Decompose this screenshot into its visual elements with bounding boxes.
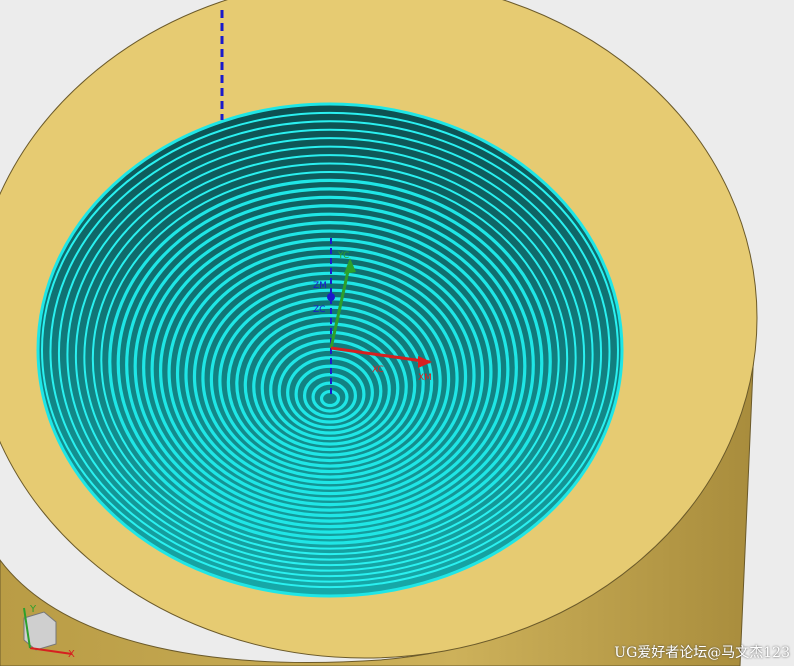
graphics-viewport[interactable]: ZM ZC YC XC XM X Y <box>0 0 794 666</box>
zc-label: ZC <box>313 305 325 315</box>
yc-label: YC <box>337 251 349 261</box>
csys-origin <box>327 293 335 301</box>
zm-label: ZM <box>313 281 327 291</box>
xm-label: XM <box>418 373 432 383</box>
watermark-text: UG爱好者论坛@马文杰123 <box>614 645 790 661</box>
xc-label: XC <box>372 365 384 375</box>
triad-y-label: Y <box>29 604 37 615</box>
triad-x-label: X <box>68 649 75 660</box>
